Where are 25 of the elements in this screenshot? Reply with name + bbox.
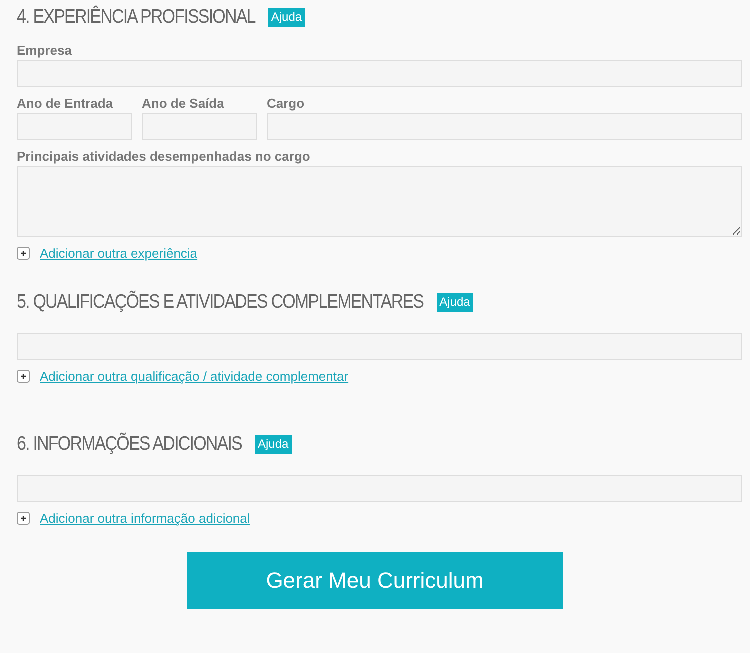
- field-label: Cargo: [267, 95, 306, 113]
- plus-icon[interactable]: [17, 247, 30, 260]
- input-field[interactable]: [17, 113, 132, 140]
- add-link[interactable]: Adicionar outra experiência: [40, 246, 198, 261]
- field-label: Ano de Entrada: [17, 95, 114, 113]
- plus-icon[interactable]: [17, 512, 30, 525]
- submit-button[interactable]: Gerar Meu Curriculum: [187, 552, 563, 609]
- section-heading: 5. QUALIFICAÇÕES E ATIVIDADES COMPLEMENTARES: [17, 290, 424, 314]
- textarea-field[interactable]: [17, 166, 742, 237]
- input-field[interactable]: [142, 113, 257, 140]
- add-link[interactable]: Adicionar outra qualificação / atividade complementar: [40, 369, 349, 384]
- input-field[interactable]: [17, 60, 742, 87]
- help-badge[interactable]: Ajuda: [436, 292, 474, 312]
- help-badge[interactable]: Ajuda: [255, 434, 292, 454]
- input-field[interactable]: [17, 333, 742, 360]
- section-heading: 4. EXPERIÊNCIA PROFISSIONAL: [17, 6, 256, 28]
- field-label: Empresa: [17, 42, 73, 60]
- help-badge[interactable]: Ajuda: [268, 8, 306, 26]
- plus-icon[interactable]: [17, 370, 30, 383]
- field-label: Ano de Saída: [142, 95, 226, 113]
- field-label: Principais atividades desempenhadas no cargo: [17, 148, 312, 166]
- section-heading: 6. INFORMAÇÕES ADICIONAIS: [17, 432, 242, 456]
- add-link[interactable]: Adicionar outra informação adicional: [40, 511, 250, 526]
- input-field[interactable]: [17, 475, 742, 502]
- input-field[interactable]: [267, 113, 742, 140]
